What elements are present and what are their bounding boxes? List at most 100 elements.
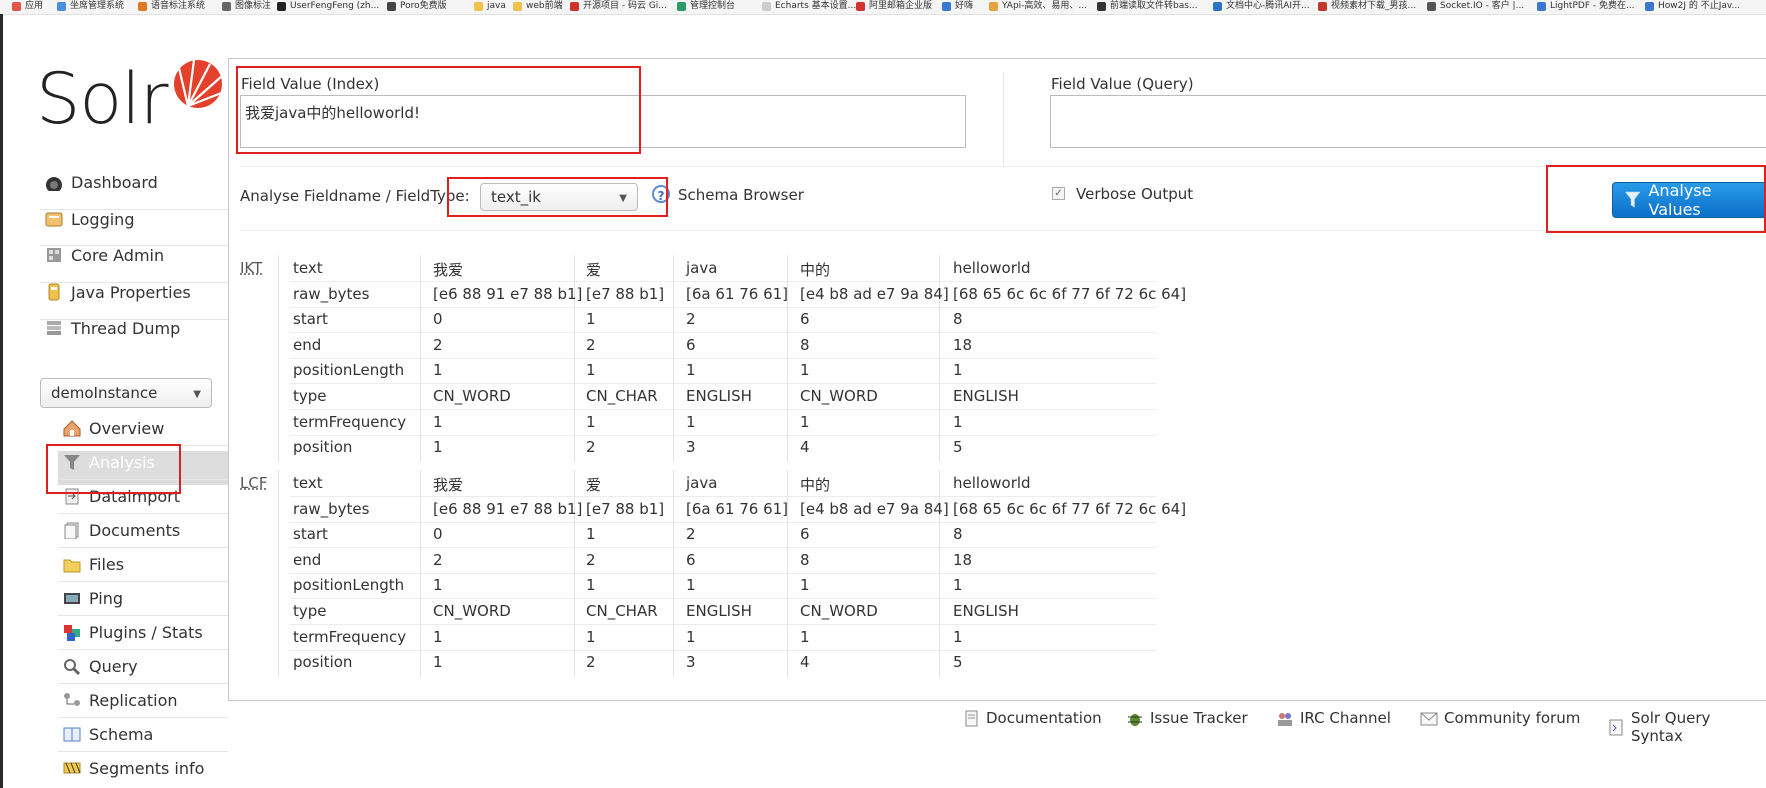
bookmark-icon — [1213, 2, 1222, 11]
core-menu-query[interactable]: Query — [62, 651, 138, 681]
bookmark-item[interactable]: 前端读取文件转bas... — [1097, 1, 1198, 12]
bookmark-item[interactable]: 文档中心-腾讯AI开... — [1213, 1, 1310, 12]
token-cell: 2 — [686, 310, 696, 329]
token-cell: CN_WORD — [433, 387, 511, 405]
token-cell: 6 — [800, 525, 810, 544]
row-label-end: end — [293, 550, 322, 569]
core-menu-files[interactable]: Files — [62, 549, 124, 579]
core-menu-ping[interactable]: Ping — [62, 583, 123, 613]
core-selector[interactable]: demoInstance ▼ — [40, 378, 212, 408]
token-cell: 3 — [686, 438, 696, 457]
row-label-end: end — [293, 335, 322, 354]
token-cell: 1 — [800, 412, 810, 431]
thread-dump-icon — [44, 319, 64, 337]
token-cell: 我爱 — [433, 476, 464, 494]
core-menu-segments-info[interactable]: Segments info — [62, 753, 204, 783]
bookmark-item[interactable]: 好嗨 — [942, 1, 973, 12]
bookmark-icon — [12, 2, 21, 11]
bookmark-item[interactable]: 应用 — [12, 1, 43, 12]
filter-group-ikt[interactable]: IKT — [240, 259, 262, 277]
menu-divider — [58, 615, 228, 616]
bookmark-label: 视频素材下载_男孩... — [1331, 1, 1417, 11]
core-menu-label: Ping — [89, 588, 124, 608]
token-cell: 8 — [800, 335, 810, 354]
token-cell: [e6 88 91 e7 88 b1] — [433, 284, 583, 303]
core-menu-label: Plugins / Stats — [89, 622, 203, 642]
solr-logo[interactable]: Solr — [36, 54, 225, 144]
bookmark-item[interactable]: Poro免费版 — [387, 1, 447, 12]
bookmark-item[interactable]: 视频素材下载_男孩... — [1318, 1, 1416, 12]
nav-item-label: Thread Dump — [71, 318, 181, 338]
bookmark-label: 前端读取文件转bas... — [1110, 1, 1198, 11]
core-menu-schema[interactable]: Schema — [62, 719, 153, 749]
nav-item-label: Core Admin — [71, 245, 165, 265]
nav-divider — [40, 245, 228, 246]
logging-icon — [44, 210, 64, 228]
bookmark-item[interactable]: 坐席管理系统 — [57, 1, 124, 12]
bookmark-label: 开源项目 - 码云 Gi... — [583, 1, 667, 11]
nav-item-label: Logging — [71, 209, 135, 229]
core-menu-label: Schema — [89, 724, 154, 744]
bookmark-item[interactable]: 阿里邮箱企业版 — [856, 1, 932, 12]
footer-link-issue-tracker[interactable]: Issue Tracker — [1126, 709, 1248, 727]
query-field-input[interactable] — [1050, 95, 1766, 148]
bookmark-item[interactable]: web前端 — [513, 1, 563, 12]
bookmark-item[interactable]: 图像标注 — [222, 1, 271, 12]
column-divider — [1003, 72, 1004, 166]
bug-icon — [1126, 710, 1142, 726]
bookmark-icon — [1427, 2, 1436, 11]
bookmark-icon — [1097, 2, 1106, 11]
token-cell: 6 — [800, 310, 810, 329]
footer-link-irc-channel[interactable]: IRC Channel — [1276, 709, 1391, 727]
nav-item-dashboard[interactable]: Dashboard — [44, 167, 158, 197]
highlight-box — [46, 444, 181, 494]
house-icon — [62, 419, 82, 437]
nav-item-thread-dump[interactable]: Thread Dump — [44, 313, 180, 343]
bookmark-label: Echarts 基本设置... — [775, 1, 857, 11]
row-label-positionlength: positionLength — [293, 576, 405, 595]
row-label-position: position — [293, 653, 353, 672]
schema-browser-link[interactable]: Schema Browser — [678, 186, 804, 204]
bookmark-item[interactable]: Socket.IO - 客户 |... — [1427, 1, 1524, 12]
bookmark-item[interactable]: 语音标注系统 — [138, 1, 205, 12]
bookmark-item[interactable]: java — [474, 1, 506, 12]
core-menu-replication[interactable]: Replication — [62, 685, 178, 715]
token-cell: 1 — [433, 361, 443, 380]
filter-group-lcf[interactable]: LCF — [240, 474, 267, 492]
bookmark-icon — [1318, 2, 1327, 11]
footer-link-solr-query-syntax[interactable]: Solr Query Syntax — [1607, 709, 1766, 745]
token-cell: 18 — [953, 335, 973, 354]
bookmark-item[interactable]: How2J 的 不止Jav... — [1645, 1, 1740, 12]
footer-link-documentation[interactable]: Documentation — [962, 709, 1102, 727]
token-cell: CN_WORD — [433, 602, 511, 620]
token-cell: 2 — [586, 438, 596, 457]
bookmark-item[interactable]: 开源项目 - 码云 Gi... — [570, 1, 667, 12]
menu-divider — [58, 717, 228, 718]
nav-divider — [40, 209, 228, 210]
verbose-output-checkbox[interactable]: ✓ — [1052, 187, 1065, 200]
token-cell: 0 — [433, 310, 443, 329]
bookmark-item[interactable]: Echarts 基本设置... — [762, 1, 856, 12]
token-cell: 4 — [800, 438, 810, 457]
bookmark-label: UserFengFeng (zh... — [290, 1, 380, 11]
column-divider — [278, 255, 279, 462]
magnifier-icon — [62, 657, 82, 676]
bookmark-label: YApi-高效、易用、... — [1002, 1, 1087, 11]
token-cell: 爱 — [586, 476, 602, 494]
bookmark-label: Poro免费版 — [400, 1, 447, 11]
bookmark-icon — [474, 2, 483, 11]
bookmark-icon — [387, 2, 396, 11]
footer-link-label: IRC Channel — [1300, 709, 1391, 727]
token-cell: [68 65 6c 6c 6f 77 6f 72 6c 64] — [953, 284, 1187, 303]
core-menu-plugins-stats[interactable]: Plugins / Stats — [62, 617, 203, 647]
bookmark-item[interactable]: YApi-高效、易用、... — [989, 1, 1087, 12]
footer-link-community-forum[interactable]: Community forum — [1420, 709, 1580, 727]
bookmark-item[interactable]: UserFengFeng (zh... — [277, 1, 379, 12]
token-cell: 1 — [686, 627, 696, 646]
core-menu-documents[interactable]: Documents — [62, 515, 180, 545]
bookmark-icon — [570, 2, 579, 11]
bookmark-item[interactable]: 管理控制台 — [677, 1, 735, 12]
bookmark-icon — [138, 2, 147, 11]
core-menu-overview[interactable]: Overview — [62, 413, 164, 443]
bookmark-item[interactable]: LightPDF - 免费在... — [1537, 1, 1635, 12]
